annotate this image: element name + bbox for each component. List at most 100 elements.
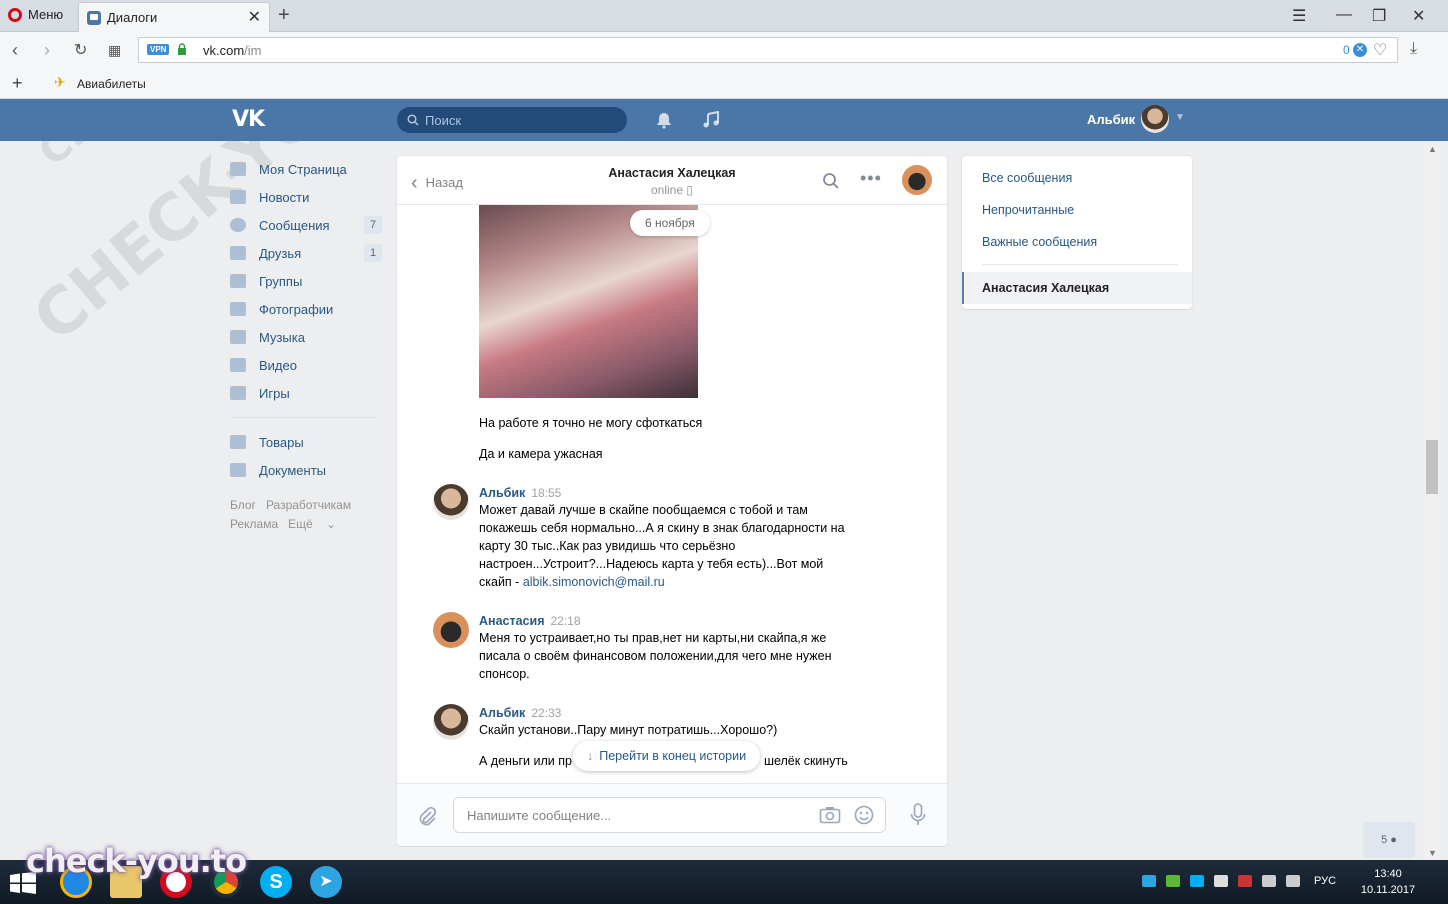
footer-link-blog[interactable]: Блог [230,498,256,512]
message-time: 22:33 [531,706,562,720]
tray-flag-icon[interactable] [1238,875,1252,887]
chat-header: ‹ Назад Анастасия Халецкая online ▯ ••• [397,156,947,205]
scroll-up-icon[interactable]: ▲ [1428,144,1437,154]
news-icon [230,190,246,204]
groups-icon [230,274,246,288]
plane-icon: ✈ [54,74,66,90]
add-bookmark-icon[interactable]: + [12,73,23,94]
sidebar-item-news[interactable]: Новости [230,183,382,211]
vpn-badge-icon[interactable]: VPN [147,44,170,55]
message-author[interactable]: Альбик 18:55 [479,486,561,500]
microphone-icon[interactable] [910,803,926,827]
tray-language[interactable]: РУС [1314,875,1336,887]
message-avatar-albik[interactable] [433,484,469,520]
url-field[interactable]: VPN vk.com/im 0 ✕ ♡ [138,37,1398,63]
email-link[interactable]: albik.simonovich@mail.ru [523,575,665,589]
footer-link-ads[interactable]: Реклама [230,517,278,531]
friends-badge: 1 [364,244,382,262]
sidebar-item-documents[interactable]: Документы [230,456,382,484]
message-avatar-anastasia[interactable] [433,612,469,648]
tray-app-icon[interactable] [1166,875,1180,887]
sidebar-item-messages[interactable]: Сообщения 7 [230,211,382,239]
attach-icon[interactable] [417,806,437,826]
message-author[interactable]: Анастасия 22:18 [479,614,581,628]
tray-skype-icon[interactable] [1190,875,1204,887]
new-tab-icon[interactable]: + [278,4,290,27]
footer-link-developers[interactable]: Разработчикам [266,498,351,512]
camera-attach-icon[interactable] [819,805,841,825]
opera-logo-icon [8,7,22,22]
peer-avatar[interactable] [902,165,932,195]
heart-bookmark-icon[interactable]: ♡ [1373,40,1387,60]
gamepad-icon [230,386,246,400]
minimize-icon[interactable]: — [1336,6,1352,24]
bell-icon[interactable] [655,111,673,129]
online-friends-button[interactable]: 5 ● [1363,822,1415,858]
sidebar-item-photos[interactable]: Фотографии [230,295,382,323]
browser-tab-active[interactable]: Диалоги ✕ [78,2,270,32]
bag-icon [230,435,246,449]
music-icon[interactable] [702,111,720,129]
speed-dial-icon[interactable]: ▦ [108,42,121,59]
message-avatar-albik[interactable] [433,704,469,740]
message-time: 18:55 [531,486,562,500]
sidebar-footer: Блог Разработчикам Реклама Ещё ⌄ [230,496,382,534]
sidebar-item-games[interactable]: Игры [230,379,382,407]
search-input[interactable] [425,112,605,128]
tray-clock[interactable]: 13:40 10.11.2017 [1356,866,1420,898]
sidebar-item-music[interactable]: Музыка [230,323,382,351]
arrow-down-icon: ↓ [587,749,594,763]
chat-search-icon[interactable] [822,172,840,190]
opera-menu-button[interactable]: Меню [8,7,63,22]
filter-important[interactable]: Важные сообщения [982,235,1097,249]
watermark-text: check-you.to [26,842,247,880]
adblock-count: 0 [1343,43,1350,57]
sidebar-item-friends[interactable]: Друзья 1 [230,239,382,267]
sidebar-item-groups[interactable]: Группы [230,267,382,295]
emoji-icon[interactable] [854,805,874,825]
forward-icon[interactable]: › [44,40,50,61]
scrollbar-thumb[interactable] [1426,440,1438,494]
download-icon[interactable]: ⤓ [1410,40,1417,58]
tray-volume-icon[interactable] [1286,875,1300,887]
footer-link-more[interactable]: Ещё ⌄ [288,517,336,531]
message-time: 22:18 [550,614,581,628]
header-username[interactable]: Альбик [1087,112,1135,127]
vk-logo[interactable]: VK [232,107,265,132]
search-box[interactable] [397,107,627,133]
date-pill: 6 ноября [630,210,710,236]
active-dialog-item[interactable]: Анастасия Халецкая [962,272,1192,304]
message-history[interactable]: 6 ноября На работе я точно не могу сфотк… [397,205,947,783]
telegram-icon[interactable]: ➤ [310,866,342,898]
video-icon [230,358,246,372]
sidebar-item-video[interactable]: Видео [230,351,382,379]
header-avatar[interactable] [1141,105,1169,133]
scroll-down-icon[interactable]: ▼ [1428,848,1437,858]
page-scrollbar[interactable] [1424,141,1440,860]
chevron-down-icon[interactable]: ▼ [1175,112,1185,123]
tab-close-icon[interactable]: ✕ [248,9,261,26]
chat-panel: ‹ Назад Анастасия Халецкая online ▯ ••• 6… [397,156,947,846]
lock-icon [178,43,186,55]
tray-telegram-icon[interactable] [1142,875,1156,887]
filter-all-messages[interactable]: Все сообщения [982,171,1072,185]
sidebar-item-goods[interactable]: Товары [230,428,382,456]
tab-menu-icon[interactable]: ☰ [1292,6,1306,26]
window-close-icon[interactable]: ✕ [1412,6,1425,26]
messages-icon [230,218,246,232]
reload-icon[interactable]: ↻ [74,40,87,60]
message-author[interactable]: Альбик 22:33 [479,706,561,720]
browser-tabbar: Меню Диалоги ✕ + ☰ — ❐ ✕ [0,0,1448,32]
back-icon[interactable]: ‹ [12,40,18,61]
sidebar-item-my-page[interactable]: Моя Страница [230,155,382,183]
maximize-icon[interactable]: ❐ [1372,6,1386,26]
bookmark-aviatickets[interactable]: Авиабилеты [77,77,146,91]
adblock-icon[interactable]: ✕ [1353,43,1367,57]
tab-title: Диалоги [107,10,158,25]
tray-network-icon[interactable] [1214,875,1228,887]
filter-unread[interactable]: Непрочитанные [982,203,1074,217]
skype-icon[interactable]: S [260,866,292,898]
more-actions-icon[interactable]: ••• [860,168,882,189]
goto-end-button[interactable]: ↓ Перейти в конец истории [573,741,761,771]
tray-monitor-icon[interactable] [1262,875,1276,887]
